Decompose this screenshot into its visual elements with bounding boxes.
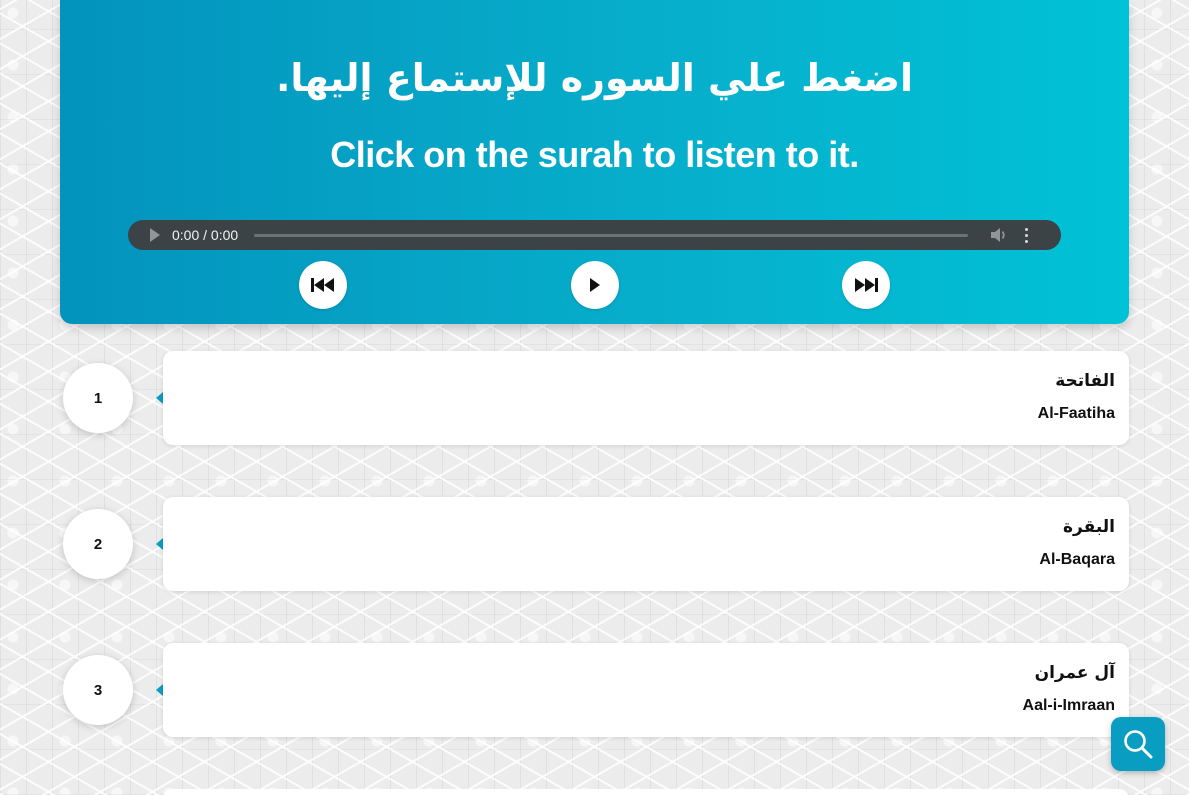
audio-play-icon[interactable] (150, 228, 160, 242)
next-surah-card-partial[interactable] (163, 789, 1129, 795)
audio-progress-track[interactable] (254, 233, 969, 237)
audio-time: 0:00 / 0:00 (172, 227, 239, 243)
surah-name-english: Al-Faatiha (1037, 405, 1115, 422)
audio-player[interactable]: 0:00 / 0:00 (128, 220, 1061, 250)
skip-previous-icon (311, 278, 334, 292)
surah-name-english: Aal-i-Imraan (1022, 697, 1115, 714)
surah-card-aal-i-imraan[interactable]: آل عمران Aal-i-Imraan (163, 643, 1129, 737)
pointer-arrow (156, 392, 163, 404)
surah-number: 1 (63, 363, 133, 433)
play-icon (590, 278, 600, 292)
play-button[interactable] (571, 261, 619, 309)
title-english: Click on the surah to listen to it. (330, 134, 859, 175)
surah-card-al-baqara[interactable]: البقرة Al-Baqara (163, 497, 1129, 591)
surah-name-english: Al-Baqara (1039, 551, 1115, 568)
surah-row: 2 البقرة Al-Baqara (0, 497, 1189, 591)
surah-row: 3 آل عمران Aal-i-Imraan (0, 643, 1189, 737)
surah-name-arabic: البقرة (1063, 517, 1115, 537)
pointer-arrow (156, 684, 163, 696)
title-arabic: اضغط علي السوره للإستماع إليها. (275, 56, 914, 100)
header-banner: اضغط علي السوره للإستماع إليها. Click on… (60, 0, 1129, 324)
surah-name-arabic: الفاتحة (1055, 371, 1115, 391)
surah-card-al-faatiha[interactable]: الفاتحة Al-Faatiha (163, 351, 1129, 445)
search-icon (1124, 730, 1153, 759)
pointer-arrow (156, 538, 163, 550)
search-button[interactable] (1111, 717, 1165, 771)
next-button[interactable] (842, 261, 890, 309)
previous-button[interactable] (299, 261, 347, 309)
surah-number: 2 (63, 509, 133, 579)
surah-name-arabic: آل عمران (1034, 663, 1115, 683)
surah-number: 3 (63, 655, 133, 725)
skip-next-icon (855, 278, 878, 292)
more-options-icon[interactable] (1022, 226, 1030, 244)
volume-icon[interactable] (990, 226, 1012, 244)
surah-row: 1 الفاتحة Al-Faatiha (0, 351, 1189, 445)
